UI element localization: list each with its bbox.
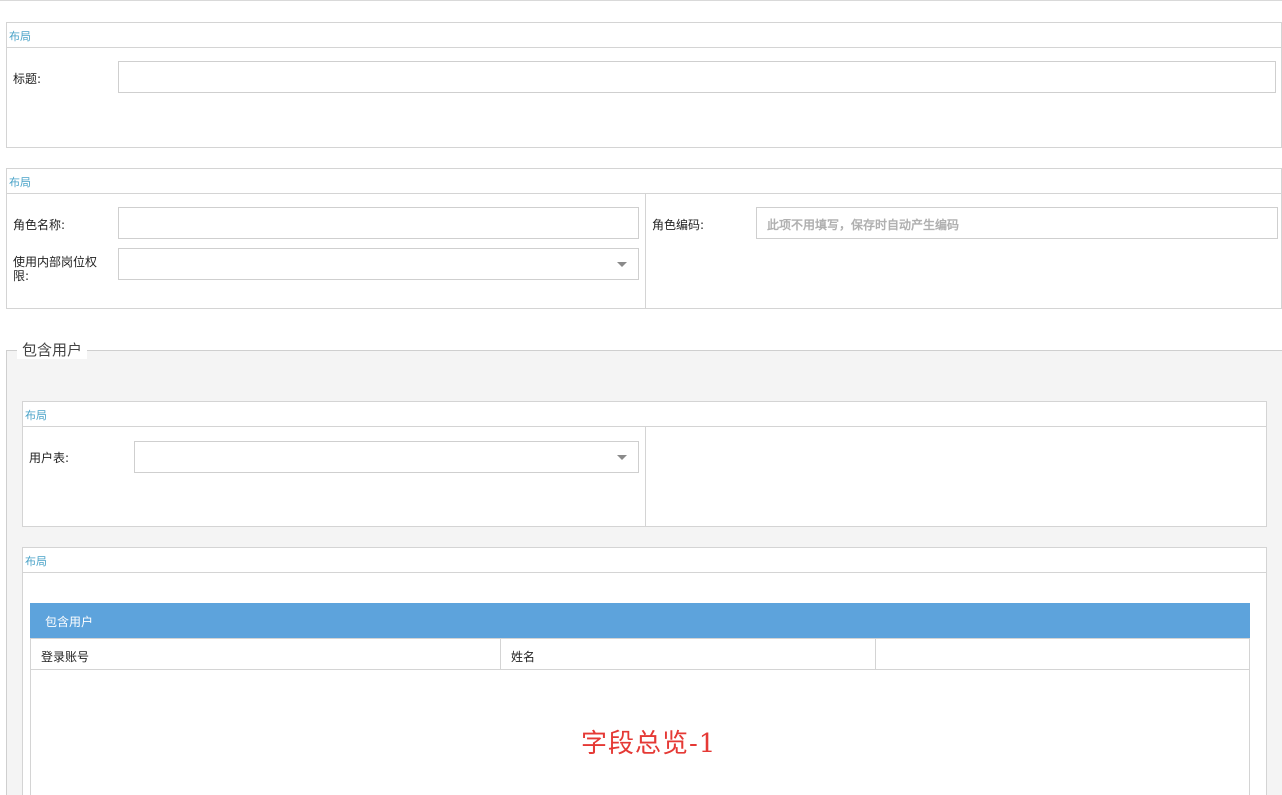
grid-overview-label: 字段总览-1 xyxy=(581,729,717,759)
role-code-placeholder: 此项不用填写，保存时自动产生编码 xyxy=(767,218,960,232)
layout-caption: 布局 xyxy=(25,555,47,568)
layout-caption: 布局 xyxy=(9,176,31,189)
layout-caption: 布局 xyxy=(25,409,47,422)
column-divider xyxy=(645,427,646,526)
layout-body: 标题: xyxy=(7,48,1281,147)
role-code-label: 角色编码: xyxy=(652,218,705,232)
users-grid-column-headers: 登录账号 姓名 xyxy=(30,638,1250,670)
layout-body: 用户表: xyxy=(23,427,1266,526)
column-header-label: 登录账号 xyxy=(41,650,90,664)
column-header-label: 姓名 xyxy=(511,650,536,664)
layout-header: 布局 xyxy=(23,402,1266,427)
top-border xyxy=(0,0,1282,2)
role-name-input[interactable] xyxy=(118,207,639,239)
users-grid-header: 包含用户 xyxy=(30,603,1250,638)
layout-header: 布局 xyxy=(23,548,1266,573)
layout-header: 布局 xyxy=(7,23,1281,48)
column-divider xyxy=(645,194,646,308)
title-input[interactable] xyxy=(118,61,1276,93)
title-label: 标题: xyxy=(13,72,42,86)
column-header-name[interactable]: 姓名 xyxy=(501,639,876,669)
users-grid-title: 包含用户 xyxy=(45,615,94,629)
internal-permission-select[interactable] xyxy=(118,248,639,280)
layout-role-section: 布局 角色名称: 使用内部岗位权限: 角色编码: 此项不用填写，保存时自动产生编… xyxy=(6,168,1282,309)
user-table-select[interactable] xyxy=(134,441,639,473)
layout-title-section: 布局 标题: xyxy=(6,22,1282,148)
layout-body: 角色名称: 使用内部岗位权限: 角色编码: 此项不用填写，保存时自动产生编码 xyxy=(7,194,1281,308)
column-header-blank[interactable] xyxy=(876,639,1249,669)
layout-user-table-section: 布局 用户表: xyxy=(22,401,1267,527)
chevron-down-icon[interactable] xyxy=(617,262,627,267)
column-header-login-account[interactable]: 登录账号 xyxy=(31,639,501,669)
user-table-label: 用户表: xyxy=(29,451,70,465)
chevron-down-icon[interactable] xyxy=(617,455,627,460)
layout-header: 布局 xyxy=(7,169,1281,194)
users-fieldset-legend: 包含用户 xyxy=(17,341,88,359)
role-name-label: 角色名称: xyxy=(13,218,66,232)
layout-caption: 布局 xyxy=(9,30,31,43)
internal-permission-label: 使用内部岗位权限: xyxy=(13,255,98,283)
role-code-input[interactable]: 此项不用填写，保存时自动产生编码 xyxy=(756,207,1278,239)
